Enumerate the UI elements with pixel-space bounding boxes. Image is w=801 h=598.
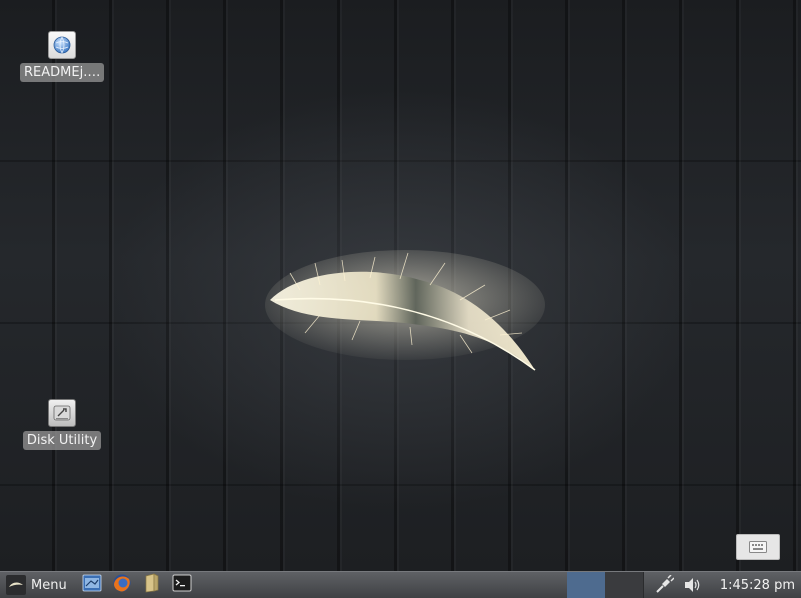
taskbar: Menu 1:45:28 pm bbox=[0, 571, 801, 598]
keyboard-icon bbox=[749, 538, 767, 557]
desktop-icon-disk-utility[interactable]: Disk Utility bbox=[20, 399, 104, 454]
volume-icon[interactable] bbox=[681, 574, 703, 596]
distro-logo-icon bbox=[6, 575, 26, 595]
terminal-launcher[interactable] bbox=[171, 574, 193, 596]
file-manager-icon bbox=[82, 573, 102, 597]
desktop-icon-readme[interactable]: READMEj.… bbox=[20, 31, 104, 86]
menu-label: Menu bbox=[31, 577, 67, 593]
web-document-icon bbox=[48, 31, 76, 59]
clock[interactable]: 1:45:28 pm bbox=[720, 578, 795, 593]
folder-launcher[interactable] bbox=[141, 573, 163, 597]
terminal-icon bbox=[172, 573, 192, 597]
firefox-icon bbox=[112, 573, 132, 597]
disk-utility-icon bbox=[48, 399, 76, 427]
workspace-1[interactable] bbox=[566, 571, 605, 598]
menu-button[interactable]: Menu bbox=[0, 572, 73, 598]
file-manager-launcher[interactable] bbox=[81, 574, 103, 596]
desktop-icon-label: Disk Utility bbox=[22, 431, 102, 450]
workspace-2[interactable] bbox=[604, 571, 643, 598]
onscreen-keyboard-button[interactable] bbox=[736, 534, 780, 560]
firefox-launcher[interactable] bbox=[111, 574, 133, 596]
folder-icon bbox=[142, 573, 162, 597]
tray-divider bbox=[642, 571, 644, 598]
desktop-icon-label: READMEj.… bbox=[20, 63, 104, 82]
desktop: READMEj.… Disk Utility bbox=[0, 0, 801, 571]
feather-wallpaper-art bbox=[265, 250, 545, 371]
network-icon[interactable] bbox=[653, 574, 675, 596]
